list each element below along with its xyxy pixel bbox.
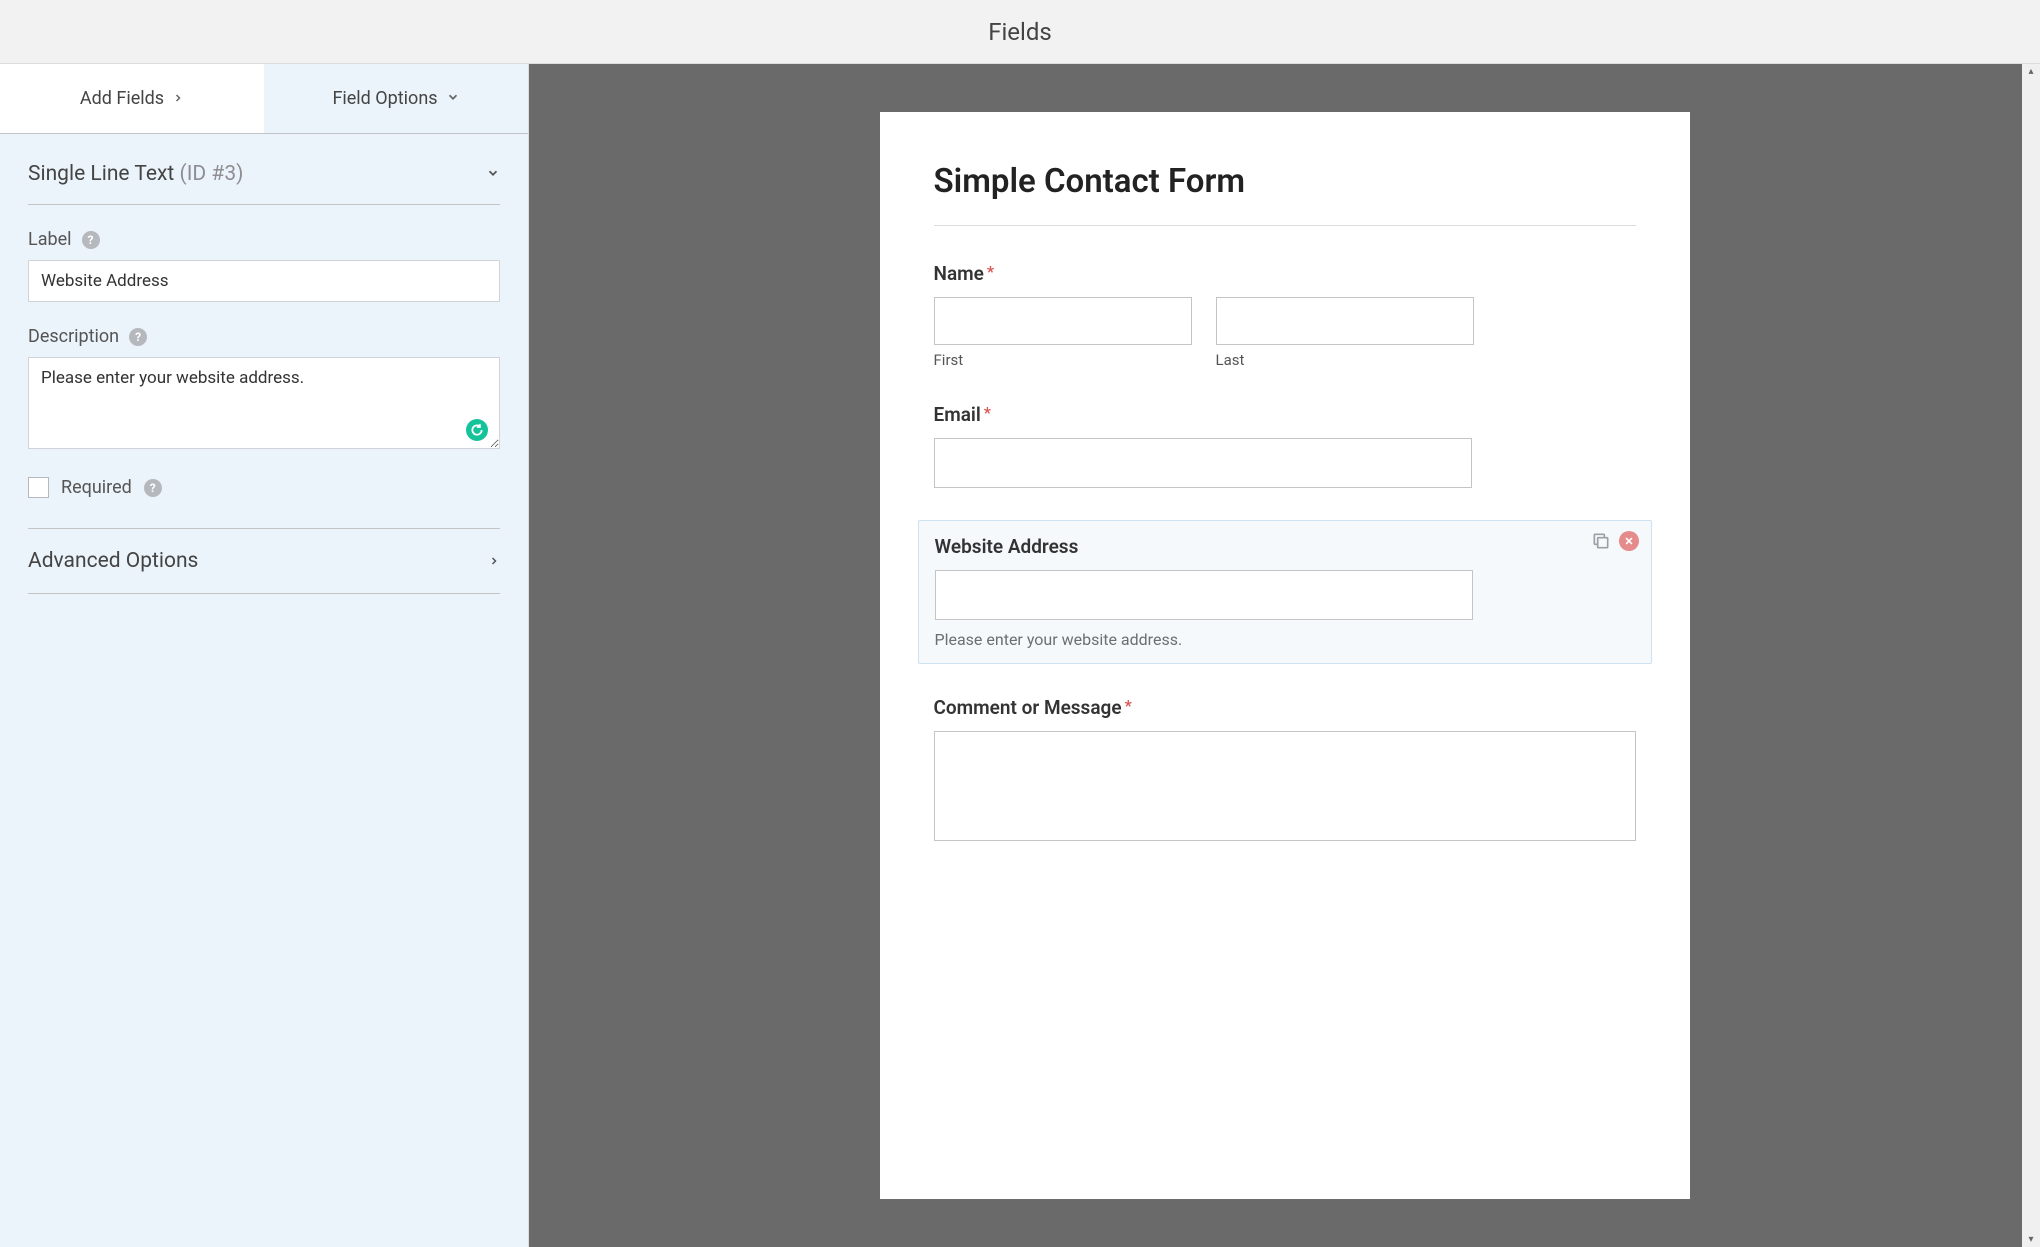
help-icon[interactable]: ? [129,328,147,346]
required-row: Required ? [28,477,500,498]
duplicate-icon[interactable] [1591,531,1611,551]
field-type-name: Single Line Text [28,162,174,186]
field-website-address[interactable]: Website Address Please enter your websit… [918,520,1652,664]
website-input[interactable] [935,570,1473,620]
name-last-col: Last [1216,297,1474,369]
required-star-icon: * [987,262,994,281]
grammarly-icon[interactable] [466,419,488,441]
field-id-meta: (ID #3) [180,162,244,186]
advanced-options-label: Advanced Options [28,549,198,573]
setting-label-text: Label [28,229,72,250]
help-icon[interactable]: ? [144,479,162,497]
setting-description: Description ? [28,326,500,453]
tab-add-fields[interactable]: Add Fields [0,64,264,134]
preview-pane: Simple Contact Form Name* First [529,64,2040,1247]
comment-textarea[interactable] [934,731,1636,841]
description-textarea[interactable] [28,357,500,449]
description-wrapper [28,357,500,453]
required-star-icon: * [1125,696,1132,715]
field-label-text: Name [934,262,984,285]
required-label: Required [61,477,132,498]
setting-description-text: Description [28,326,119,347]
sidebar-tabs: Add Fields Field Options [0,64,528,134]
tab-label: Field Options [332,88,437,109]
setting-label: Label ? [28,229,500,302]
field-name[interactable]: Name* First Last [934,260,1636,371]
chevron-down-icon [486,165,500,184]
advanced-options-toggle[interactable]: Advanced Options [28,528,500,594]
label-input[interactable] [28,260,500,302]
name-first-col: First [934,297,1192,369]
field-email[interactable]: Email* [934,401,1636,490]
last-sublabel: Last [1216,351,1474,369]
chevron-right-icon [172,88,184,109]
required-star-icon: * [984,403,991,422]
field-label-text: Email [934,403,981,426]
field-description: Please enter your website address. [935,630,1635,649]
setting-label-row: Label ? [28,229,500,250]
page-title: Fields [988,18,1052,46]
preview-scrollbar[interactable]: ▴ ▾ [2022,64,2040,1247]
setting-label-row: Description ? [28,326,500,347]
tab-field-options[interactable]: Field Options [264,64,528,134]
email-input[interactable] [934,438,1472,488]
scroll-down-icon[interactable]: ▾ [2026,1232,2035,1247]
main-area: Add Fields Field Options Single Line Tex… [0,64,2040,1247]
field-type-title: Single Line Text (ID #3) [28,162,243,186]
first-name-input[interactable] [934,297,1192,345]
chevron-down-icon [446,88,460,109]
form-divider [934,225,1636,226]
field-label: Name* [934,262,1636,285]
topbar: Fields [0,0,2040,64]
field-label: Comment or Message* [934,696,1636,719]
name-grid: First Last [934,297,1636,369]
scroll-up-icon[interactable]: ▴ [2026,64,2035,79]
form-title: Simple Contact Form [934,162,1636,201]
chevron-right-icon [488,552,500,571]
sidebar: Add Fields Field Options Single Line Tex… [0,64,529,1247]
app-root: Fields Add Fields Field Options [0,0,2040,1247]
required-checkbox[interactable] [28,477,49,498]
field-label: Website Address [935,535,1635,558]
form-preview-card: Simple Contact Form Name* First [880,112,1690,1199]
first-sublabel: First [934,351,1192,369]
tab-label: Add Fields [80,88,164,109]
field-comment[interactable]: Comment or Message* [934,694,1636,843]
last-name-input[interactable] [1216,297,1474,345]
field-label: Email* [934,403,1636,426]
delete-icon[interactable] [1619,531,1639,551]
field-actions [1591,531,1639,551]
field-options-panel: Single Line Text (ID #3) Label ? [0,134,528,594]
field-type-header[interactable]: Single Line Text (ID #3) [28,162,500,205]
help-icon[interactable]: ? [82,231,100,249]
field-label-text: Comment or Message [934,696,1122,719]
